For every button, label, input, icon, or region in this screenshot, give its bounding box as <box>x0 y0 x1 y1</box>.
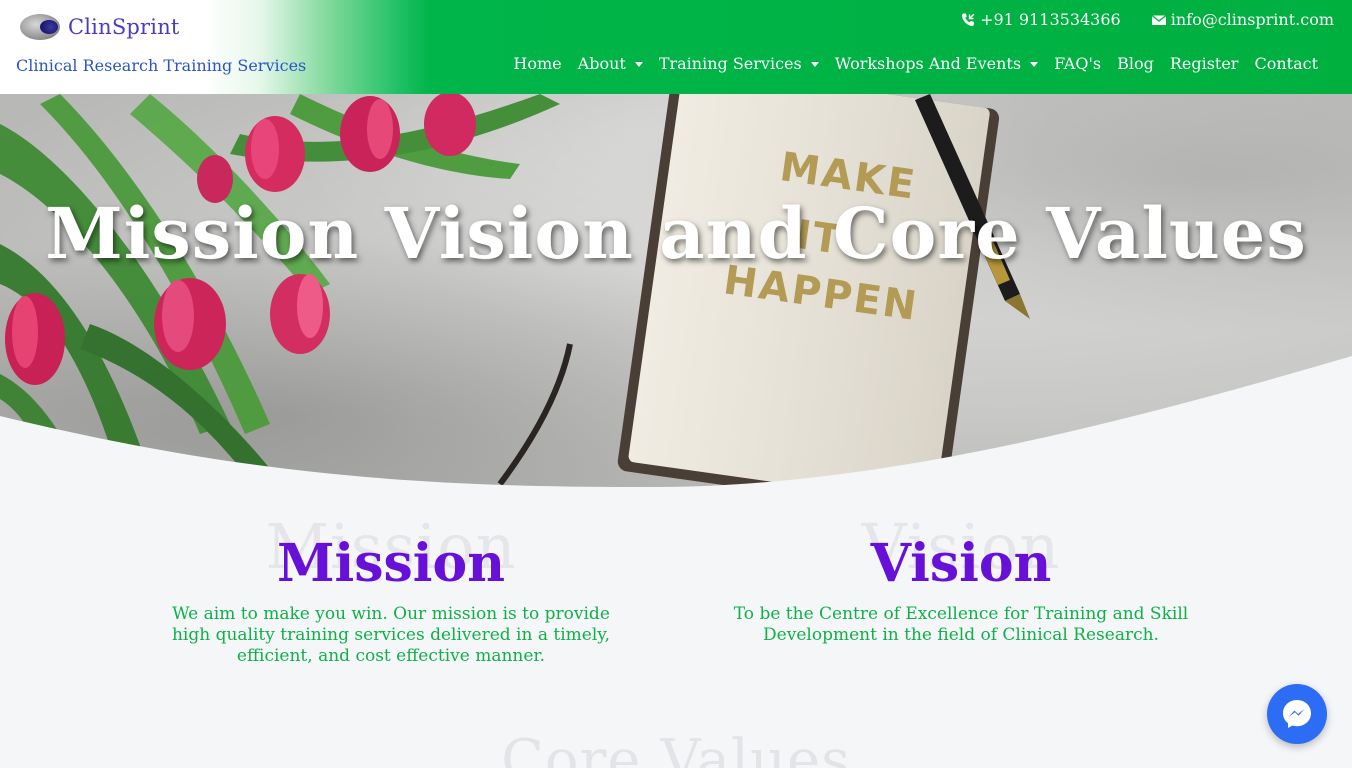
email-link[interactable]: info@clinsprint.com <box>1151 10 1334 29</box>
nav-contact-label: Contact <box>1254 53 1318 73</box>
email-address: info@clinsprint.com <box>1170 10 1334 29</box>
bookmark-ribbon <box>497 343 573 486</box>
nav-faqs[interactable]: FAQ's <box>1046 52 1109 74</box>
mission-section: Mission Mission We aim to make you win. … <box>166 510 616 667</box>
brand-logo[interactable]: ClinSprint <box>20 12 180 42</box>
chevron-down-icon <box>634 61 643 67</box>
nav-about-label: About <box>577 53 626 73</box>
nav-home[interactable]: Home <box>505 52 569 74</box>
nav-workshops-events-label: Workshops And Events <box>834 53 1022 73</box>
hero-banner: MAKE IT HAPPEN Mission Vision and Core V… <box>0 94 1352 494</box>
chevron-down-icon <box>810 61 819 67</box>
phone-link[interactable]: +91 9113534366 <box>960 10 1121 29</box>
hero-image: MAKE IT HAPPEN <box>0 94 1352 494</box>
main-nav: Home About Training Services Workshops A… <box>505 52 1326 74</box>
vision-section: Vision Vision To be the Centre of Excell… <box>732 510 1190 646</box>
contact-bar: +91 9113534366 info@clinsprint.com <box>960 10 1334 29</box>
messenger-chat-button[interactable] <box>1267 684 1327 744</box>
phone-number: +91 9113534366 <box>980 10 1121 29</box>
hero-title: Mission Vision and Core Values <box>45 192 1307 275</box>
core-values-ghost-heading: Core Values <box>501 728 851 768</box>
logo-icon <box>20 12 62 42</box>
vision-text: To be the Centre of Excellence for Train… <box>733 603 1189 645</box>
nav-home-label: Home <box>513 53 562 73</box>
nav-faqs-label: FAQ's <box>1054 53 1102 73</box>
nav-register[interactable]: Register <box>1162 52 1247 74</box>
nav-blog-label: Blog <box>1117 53 1154 73</box>
nav-register-label: Register <box>1169 53 1239 73</box>
phone-icon <box>962 13 975 26</box>
messenger-icon <box>1283 700 1311 728</box>
nav-workshops-events[interactable]: Workshops And Events <box>827 52 1046 74</box>
brand-name[interactable]: ClinSprint <box>68 15 180 39</box>
brand-tagline: Clinical Research Training Services <box>16 56 307 75</box>
nav-training-services[interactable]: Training Services <box>651 52 827 74</box>
vision-heading: Vision <box>870 533 1052 594</box>
nav-blog[interactable]: Blog <box>1109 52 1162 74</box>
envelope-icon <box>1151 14 1167 25</box>
nav-contact[interactable]: Contact <box>1246 52 1326 74</box>
mission-text: We aim to make you win. Our mission is t… <box>171 603 611 666</box>
nav-training-services-label: Training Services <box>658 53 802 73</box>
chevron-down-icon <box>1030 61 1039 67</box>
site-header: ClinSprint Clinical Research Training Se… <box>0 0 1352 94</box>
nav-about[interactable]: About <box>570 52 651 74</box>
mission-heading: Mission <box>276 533 506 594</box>
